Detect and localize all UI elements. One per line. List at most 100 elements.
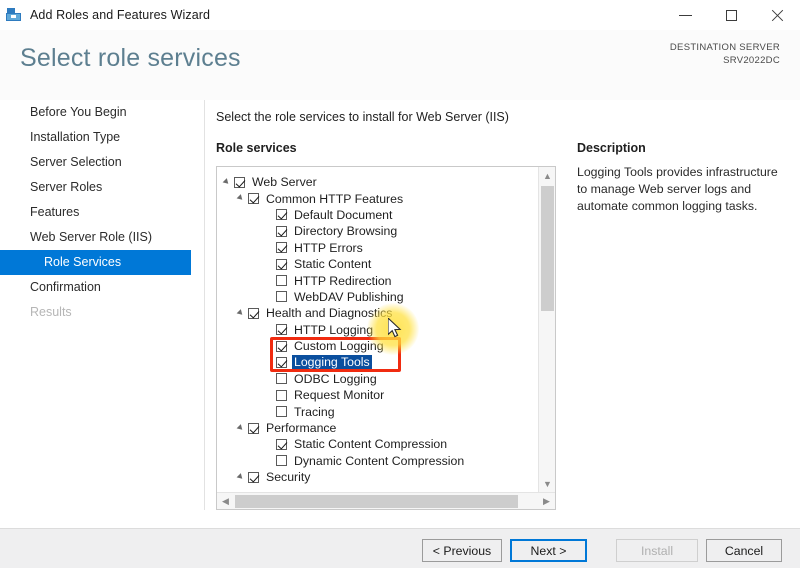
content-intro-text: Select the role services to install for … <box>216 110 509 124</box>
checkbox-checked-icon[interactable] <box>276 225 287 237</box>
tree-item-label: Web Server <box>252 175 317 190</box>
tree-row[interactable]: WebDAV Publishing <box>217 289 539 305</box>
destination-server-name: SRV2022DC <box>723 55 780 66</box>
expander-triangle-icon[interactable] <box>237 309 246 318</box>
tree-row[interactable]: Performance <box>217 420 539 436</box>
sidebar-divider <box>204 100 205 510</box>
minimize-button[interactable] <box>662 0 708 30</box>
expander-triangle-icon[interactable] <box>237 194 246 203</box>
cancel-button[interactable]: Cancel <box>706 539 782 562</box>
tree-item-label: Request Monitor <box>294 388 385 403</box>
tree-horizontal-scroll-thumb[interactable] <box>235 495 518 508</box>
tree-item-label: Static Content <box>294 257 372 272</box>
checkbox-checked-icon[interactable] <box>248 422 259 434</box>
tree-row[interactable]: Static Content <box>217 256 539 272</box>
sidebar-item-role-services[interactable]: Role Services <box>0 250 191 275</box>
tree-vertical-scrollbar[interactable]: ▲ ▼ <box>538 167 555 492</box>
checkbox-unchecked-icon[interactable] <box>276 275 287 287</box>
checkbox-unchecked-icon[interactable] <box>276 389 287 401</box>
checkbox-unchecked-icon[interactable] <box>276 455 287 467</box>
previous-button[interactable]: < Previous <box>422 539 502 562</box>
checkbox-checked-icon[interactable] <box>276 209 287 221</box>
checkbox-checked-icon[interactable] <box>276 324 287 336</box>
tree-item-label: HTTP Errors <box>294 240 363 255</box>
chevron-down-icon[interactable]: ▼ <box>539 475 555 492</box>
chevron-right-icon[interactable]: ▶ <box>538 493 555 509</box>
tree-item-label: Security <box>266 470 311 485</box>
checkbox-checked-icon[interactable] <box>248 307 259 319</box>
tree-item-label: Default Document <box>294 207 393 222</box>
checkbox-unchecked-icon[interactable] <box>276 291 287 303</box>
tree-row[interactable]: Static Content Compression <box>217 436 539 452</box>
minimize-icon <box>678 14 692 16</box>
tree-row[interactable]: ODBC Logging <box>217 371 539 387</box>
tree-row[interactable]: HTTP Logging <box>217 322 539 338</box>
next-button[interactable]: Next > <box>510 539 587 562</box>
description-title: Description <box>577 141 646 155</box>
checkbox-checked-icon[interactable] <box>234 176 245 188</box>
checkbox-checked-icon[interactable] <box>276 438 287 450</box>
tree-row[interactable]: Request Monitor <box>217 387 539 403</box>
close-button[interactable] <box>754 0 800 30</box>
footer-bar: < Previous Next > Install Cancel <box>0 529 800 568</box>
wizard-nav-sidebar: Before You Begin Installation Type Server … <box>0 100 205 528</box>
checkbox-checked-icon[interactable] <box>248 193 259 205</box>
role-services-tree-panel: Web Server Common HTTP Features Default Do… <box>216 166 556 510</box>
tree-row[interactable]: Dynamic Content Compression <box>217 453 539 469</box>
tree-row[interactable]: Common HTTP Features <box>217 190 539 206</box>
server-wizard-icon <box>6 7 22 23</box>
tree-row[interactable]: Health and Diagnostics <box>217 305 539 321</box>
sidebar-item-web-server-role-iis[interactable]: Web Server Role (IIS) <box>0 225 205 250</box>
checkbox-unchecked-icon[interactable] <box>276 373 287 385</box>
tree-horizontal-scrollbar[interactable]: ◀ ▶ <box>217 492 555 509</box>
sidebar-item-before-you-begin[interactable]: Before You Begin <box>0 100 205 125</box>
window-controls <box>662 0 800 30</box>
sidebar-item-confirmation[interactable]: Confirmation <box>0 275 205 300</box>
tree-row[interactable]: Security <box>217 469 539 485</box>
chevron-up-icon[interactable]: ▲ <box>539 167 555 184</box>
role-services-tree-viewport[interactable]: Web Server Common HTTP Features Default Do… <box>217 167 539 492</box>
tree-item-label: Static Content Compression <box>294 437 448 452</box>
role-services-label: Role services <box>216 141 297 155</box>
tree-row[interactable]: Tracing <box>217 403 539 419</box>
expander-triangle-icon[interactable] <box>237 473 246 482</box>
sidebar-item-server-roles[interactable]: Server Roles <box>0 175 205 200</box>
page-header: Select role services DESTINATION SERVER … <box>0 30 800 100</box>
add-roles-features-wizard-window: Add Roles and Features Wizard Select rol… <box>0 0 800 568</box>
tree-row[interactable]: HTTP Redirection <box>217 272 539 288</box>
tree-row[interactable]: Custom Logging <box>217 338 539 354</box>
checkbox-checked-icon[interactable] <box>276 258 287 270</box>
checkbox-checked-icon[interactable] <box>276 242 287 254</box>
sidebar-item-server-selection[interactable]: Server Selection <box>0 150 205 175</box>
sidebar-item-features[interactable]: Features <box>0 200 205 225</box>
tree-row[interactable]: HTTP Errors <box>217 240 539 256</box>
checkbox-unchecked-icon[interactable] <box>276 406 287 418</box>
tree-item-label: ODBC Logging <box>294 371 377 386</box>
destination-server-block: DESTINATION SERVER SRV2022DC <box>670 42 780 66</box>
checkbox-checked-icon[interactable] <box>248 471 259 483</box>
tree-row[interactable]: Directory Browsing <box>217 223 539 239</box>
checkbox-checked-icon[interactable] <box>276 340 287 352</box>
description-text: Logging Tools provides infrastructure to… <box>577 165 778 213</box>
expander-triangle-icon[interactable] <box>237 424 246 433</box>
tree-row[interactable]: Default Document <box>217 207 539 223</box>
expander-triangle-icon[interactable] <box>223 178 232 187</box>
tree-vertical-scroll-thumb[interactable] <box>541 186 554 311</box>
tree-row[interactable]: Logging Tools <box>217 354 539 370</box>
tree-item-label: HTTP Logging <box>294 322 374 337</box>
sidebar-item-installation-type[interactable]: Installation Type <box>0 125 205 150</box>
install-button[interactable]: Install <box>616 539 698 562</box>
role-services-tree-list: Web Server Common HTTP Features Default Do… <box>217 174 539 485</box>
checkbox-checked-icon[interactable] <box>276 356 287 368</box>
tree-row[interactable]: Web Server <box>217 174 539 190</box>
chevron-left-icon[interactable]: ◀ <box>217 493 234 509</box>
maximize-button[interactable] <box>708 0 754 30</box>
